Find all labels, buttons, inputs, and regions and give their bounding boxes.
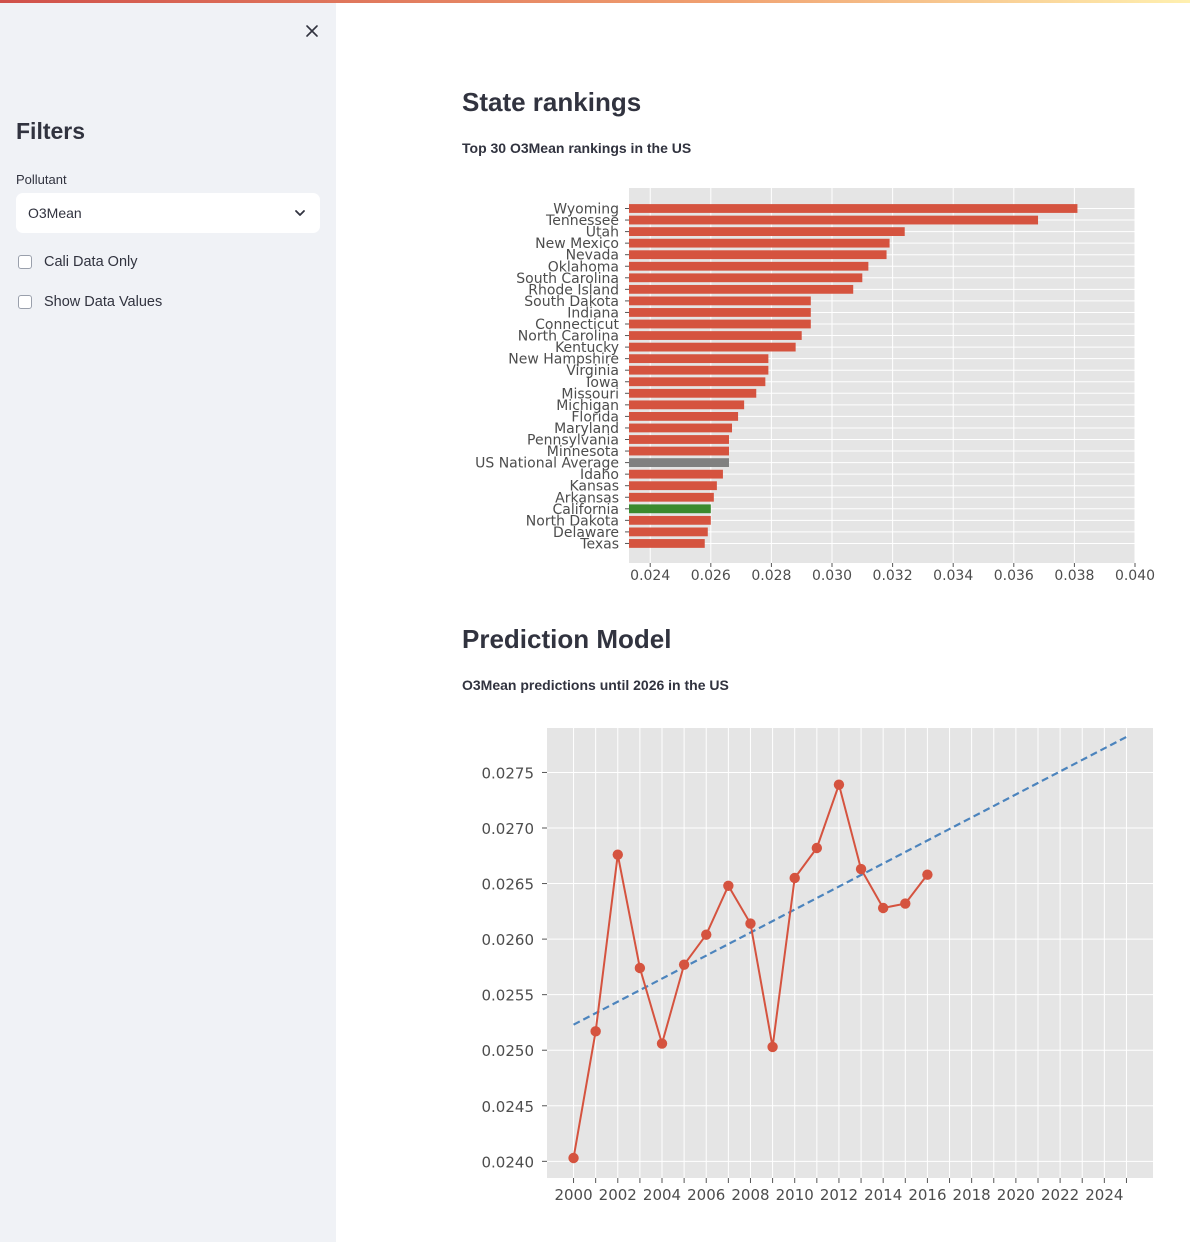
x-tick-label: 2004	[643, 1186, 681, 1204]
bar	[629, 204, 1078, 213]
bar	[629, 250, 887, 260]
bar	[629, 388, 757, 398]
pollutant-label: Pollutant	[16, 172, 67, 187]
data-point	[855, 863, 867, 875]
bar	[629, 446, 729, 456]
bar	[629, 273, 863, 283]
sidebar: Filters Pollutant O3Mean Cali Data Only …	[0, 3, 336, 1242]
x-tick-label: 2002	[599, 1186, 637, 1204]
bar	[629, 492, 714, 502]
checkbox-box[interactable]	[18, 255, 32, 269]
bar	[629, 296, 811, 306]
x-tick-label: 2010	[776, 1186, 814, 1204]
data-point	[634, 962, 646, 974]
y-tick-label: 0.0240	[482, 1153, 535, 1171]
checkbox-box[interactable]	[18, 295, 32, 309]
x-tick-label: 0.034	[933, 568, 973, 584]
x-tick-label: 2020	[997, 1186, 1035, 1204]
bar	[629, 215, 1039, 225]
close-icon[interactable]	[300, 19, 324, 43]
bar	[629, 365, 769, 375]
bar	[629, 227, 905, 236]
bar	[629, 342, 796, 352]
data-point	[922, 869, 933, 880]
data-point	[789, 872, 800, 884]
bar	[629, 377, 766, 387]
bar	[629, 527, 708, 537]
cali-data-only-checkbox[interactable]: Cali Data Only	[18, 252, 137, 272]
prediction-caption: O3Mean predictions until 2026 in the US	[462, 677, 729, 693]
y-tick-label: 0.0260	[482, 931, 535, 949]
data-point	[612, 849, 623, 860]
x-tick-label: 2024	[1085, 1186, 1123, 1204]
bar	[629, 261, 869, 271]
x-tick-label: 2006	[687, 1186, 725, 1204]
data-point	[656, 1038, 668, 1049]
bar	[629, 331, 802, 340]
bar	[629, 284, 854, 294]
x-tick-label: 2014	[864, 1186, 902, 1204]
data-point	[900, 898, 911, 909]
data-point	[678, 959, 690, 970]
y-tick-label: 0.0250	[482, 1042, 535, 1060]
y-tick-label: 0.0265	[482, 876, 535, 894]
x-tick-label: 0.032	[873, 568, 913, 584]
bar	[629, 515, 711, 525]
x-tick-label: 0.030	[812, 568, 852, 584]
data-point	[568, 1152, 579, 1164]
rankings-title: State rankings	[462, 87, 642, 117]
data-point	[745, 918, 756, 929]
data-point	[877, 902, 889, 914]
pollutant-select[interactable]: O3Mean	[16, 193, 320, 233]
y-tick-label: 0.0270	[482, 820, 535, 838]
checkbox-label: Show Data Values	[44, 294, 163, 310]
data-point	[811, 842, 823, 854]
rankings-bar-chart: 0.024 0.026 0.028 0.030 0.032 0.034 0.036 0.038…	[475, 188, 1155, 584]
chevron-down-icon	[295, 210, 305, 216]
data-point	[701, 929, 712, 940]
bar	[629, 423, 733, 433]
x-tick-label: 0.026	[691, 568, 731, 584]
bar	[629, 504, 711, 514]
y-tick-label: Texas	[579, 536, 619, 552]
bar	[629, 458, 729, 467]
x-tick-label: 2022	[1041, 1186, 1079, 1204]
bar	[629, 319, 811, 329]
prediction-line-chart: 2000 2002 2004 2006 2008 2010 2012 2014 2016 2018…	[482, 728, 1153, 1204]
y-tick-label: 0.0255	[482, 987, 535, 1005]
sidebar-title: Filters	[16, 118, 86, 144]
bar	[629, 412, 739, 421]
x-tick-label: 0.040	[1115, 568, 1155, 584]
x-tick-label: 2000	[554, 1186, 592, 1204]
x-tick-label: 0.036	[994, 568, 1034, 584]
bar	[629, 469, 723, 479]
x-tick-label: 2008	[731, 1186, 769, 1204]
x-tick-label: 0.028	[751, 568, 791, 584]
data-point	[833, 779, 845, 790]
bar	[629, 435, 729, 444]
bar	[629, 308, 811, 317]
show-data-values-checkbox[interactable]: Show Data Values	[18, 292, 162, 312]
x-tick-label: 0.038	[1054, 568, 1094, 584]
x-tick-label: 0.024	[630, 568, 670, 584]
bar	[629, 400, 745, 410]
pollutant-select-value: O3Mean	[28, 205, 82, 221]
y-tick-label: 0.0245	[482, 1098, 535, 1116]
bar	[629, 539, 705, 548]
checkbox-label: Cali Data Only	[44, 254, 138, 270]
rankings-caption: Top 30 O3Mean rankings in the US	[462, 140, 692, 156]
x-tick-label: 2016	[908, 1186, 946, 1204]
prediction-title: Prediction Model	[462, 624, 672, 654]
x-tick-label: 2018	[953, 1186, 991, 1204]
bar	[629, 238, 890, 248]
y-tick-label: 0.0275	[482, 764, 535, 782]
data-point	[590, 1026, 601, 1037]
bar	[629, 354, 769, 364]
data-point	[767, 1041, 778, 1053]
x-tick-label: 2012	[820, 1186, 858, 1204]
data-point	[723, 880, 734, 891]
bar	[629, 481, 717, 491]
